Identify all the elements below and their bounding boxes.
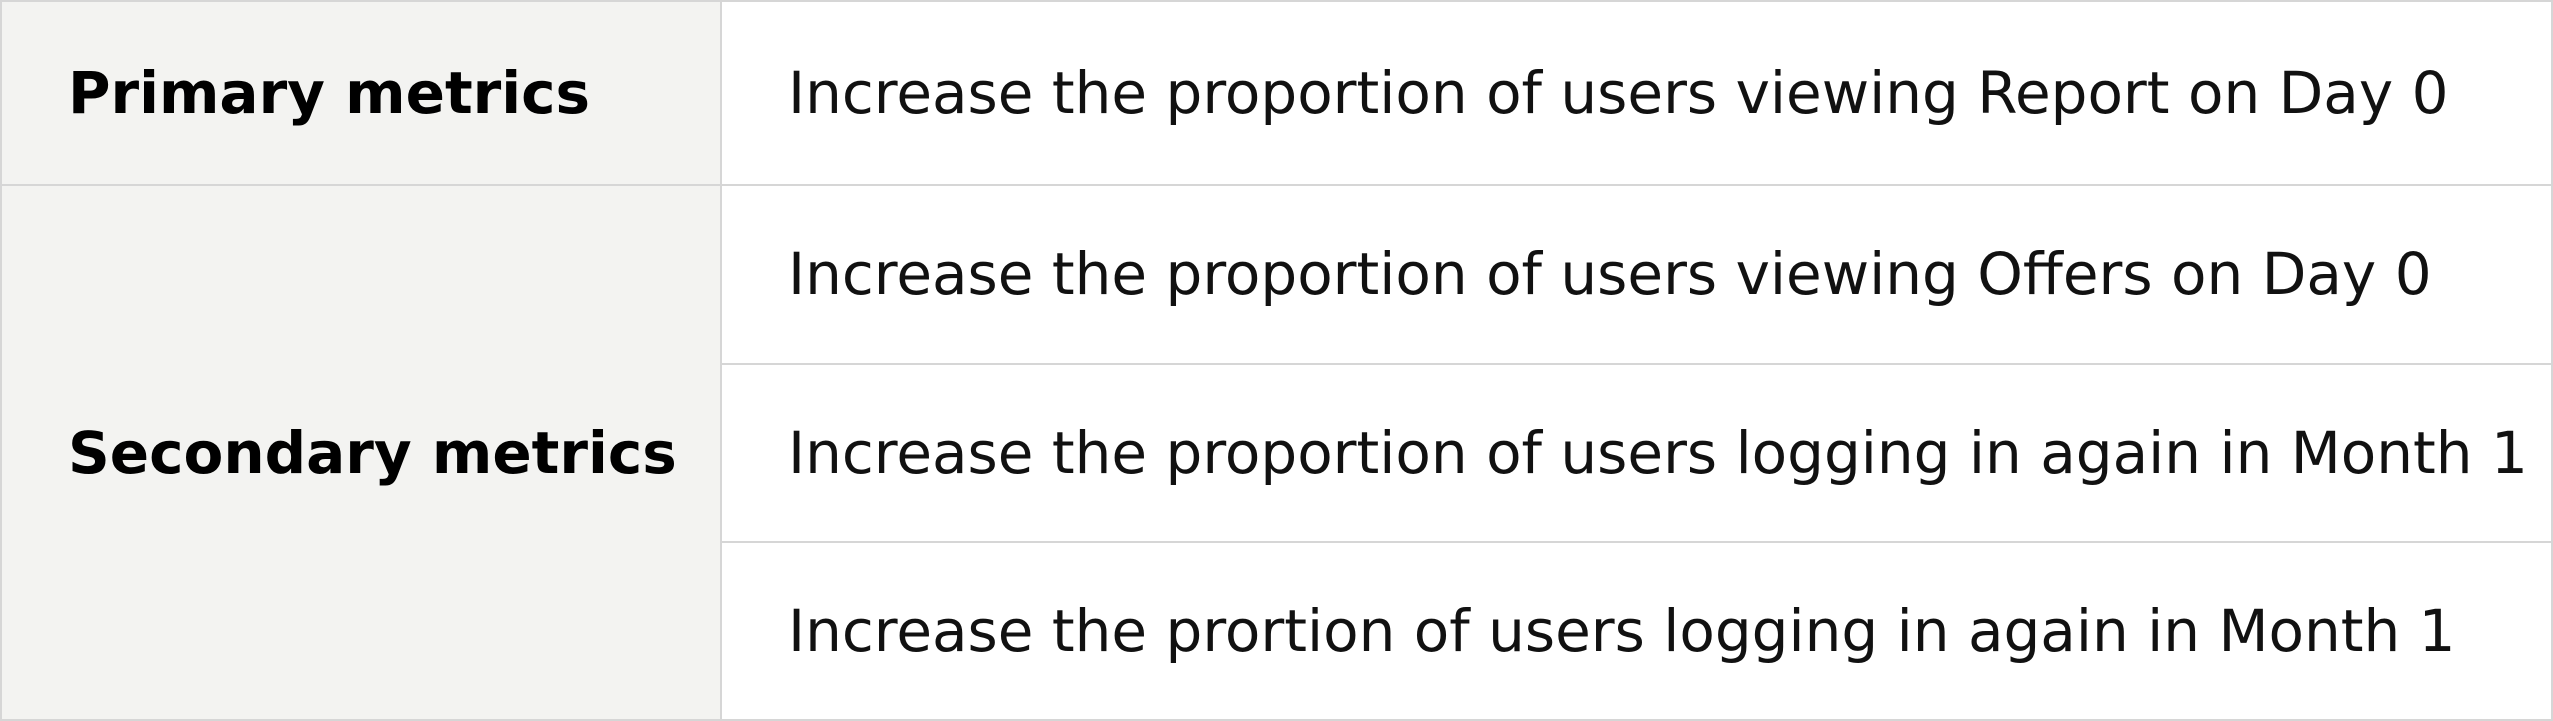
secondary-metrics-label: Secondary metrics — [0, 184, 722, 721]
metrics-table: Primary metrics Increase the proportion … — [0, 0, 2553, 721]
secondary-metric-2: Increase the proportion of users logging… — [720, 362, 2553, 543]
table-row-primary: Primary metrics Increase the proportion … — [0, 0, 2553, 187]
secondary-metric-1: Increase the proportion of users viewing… — [720, 184, 2553, 365]
table-row-secondary-1: Secondary metrics Increase the proportio… — [0, 184, 2553, 721]
secondary-metric-3: Increase the prortion of users logging i… — [720, 540, 2553, 721]
primary-metrics-label: Primary metrics — [0, 0, 722, 187]
primary-metric-1: Increase the proportion of users viewing… — [720, 0, 2553, 187]
